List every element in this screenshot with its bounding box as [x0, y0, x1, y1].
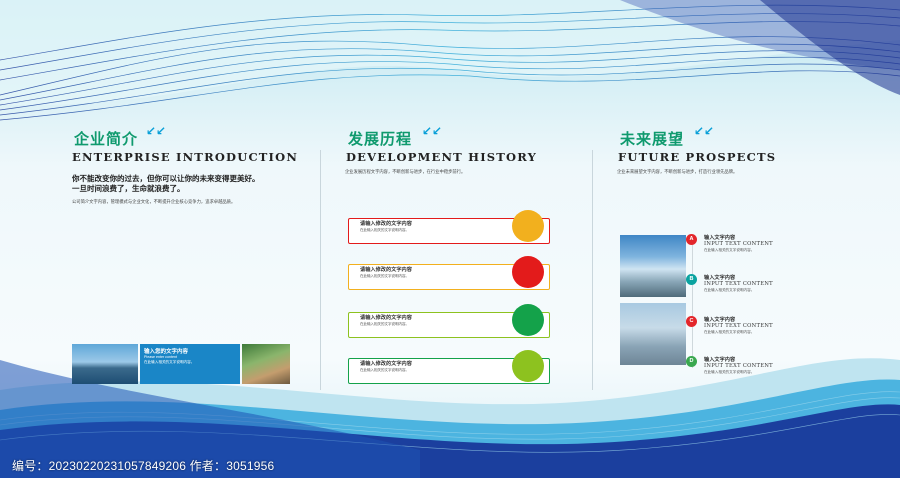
photo-caption-box: 输入您的文字内容 Please enter content 在此输入相关的文字说… [140, 344, 240, 384]
city-lake-photo [72, 344, 138, 384]
item-en-title: INPUT TEXT CONTENT [704, 281, 773, 287]
future-paragraph: 企业未来展望文字内容，不断创新与进步，打造行业领先品牌。 [617, 169, 738, 174]
arrow-down-left-icon: ↙↙ [422, 124, 443, 138]
step-circle [512, 210, 544, 242]
future-item: B 输入文字内容 INPUT TEXT CONTENT 在此输入相关的文字说明内… [686, 274, 836, 306]
item-desc: 在此输入相关的文字说明内容。 [704, 370, 755, 374]
history-step: 请输入修改的文字内容 在此输入相关的文字说明内容。 [348, 304, 568, 338]
photo-strip: 输入您的文字内容 Please enter content 在此输入相关的文字说… [72, 344, 292, 384]
future-prospects-panel: 未来展望 ↙↙ FUTURE PROSPECTS 企业未来展望文字内容，不断创新… [612, 118, 842, 388]
step-desc: 在此输入相关的文字说明内容。 [360, 322, 409, 326]
slogan-line: 一旦时间浪费了，生命就浪费了。 [72, 184, 185, 193]
item-title: 输入文字内容 [704, 317, 736, 323]
slogan: 你不能改变你的过去，但你可以让你的未来变得更美好。 一旦时间浪费了，生命就浪费了… [72, 174, 260, 194]
item-desc: 在此输入相关的文字说明内容。 [704, 248, 755, 252]
step-title: 请输入修改的文字内容 [360, 361, 412, 367]
column-divider [320, 150, 321, 390]
item-badge: D [686, 356, 697, 367]
item-desc: 在此输入相关的文字说明内容。 [704, 330, 755, 334]
skyscraper-photo [620, 235, 686, 297]
item-en-title: INPUT TEXT CONTENT [704, 241, 773, 247]
item-badge: A [686, 234, 697, 245]
development-history-panel: 发展历程 ↙↙ DEVELOPMENT HISTORY 企业发展历程文字内容，不… [340, 118, 570, 388]
step-desc: 在此输入相关的文字说明内容。 [360, 368, 409, 372]
item-desc: 在此输入相关的文字说明内容。 [704, 288, 755, 292]
step-title: 请输入修改的文字内容 [360, 267, 412, 273]
item-title: 输入文字内容 [704, 235, 736, 241]
panel-title-en: FUTURE PROSPECTS [618, 150, 777, 164]
item-badge: B [686, 274, 697, 285]
step-desc: 在此输入相关的文字说明内容。 [360, 274, 409, 278]
panel-title-cn: 企业简介 [74, 130, 139, 148]
step-circle [512, 304, 544, 336]
arrow-down-left-icon: ↙↙ [694, 124, 715, 138]
step-desc: 在此输入相关的文字说明内容。 [360, 228, 409, 232]
building-photo [242, 344, 290, 384]
item-en-title: INPUT TEXT CONTENT [704, 323, 773, 329]
caption-description: 在此输入相关的文字说明内容。 [144, 360, 195, 364]
history-step: 请输入修改的文字内容 在此输入相关的文字说明内容。 [348, 256, 568, 290]
item-en-title: INPUT TEXT CONTENT [704, 363, 773, 369]
enterprise-intro-panel: 企业简介 ↙↙ ENTERPRISE INTRODUCTION 你不能改变你的过… [60, 118, 297, 388]
history-step: 请输入修改的文字内容 在此输入相关的文字说明内容。 [348, 210, 568, 244]
caption-title: 输入您的文字内容 [144, 349, 189, 355]
step-circle [512, 256, 544, 288]
item-title: 输入文字内容 [704, 275, 736, 281]
item-title: 输入文字内容 [704, 357, 736, 363]
future-item: C 输入文字内容 INPUT TEXT CONTENT 在此输入相关的文字说明内… [686, 316, 836, 348]
step-circle [512, 350, 544, 382]
panel-title-en: DEVELOPMENT HISTORY [346, 150, 538, 164]
history-step: 请输入修改的文字内容 在此输入相关的文字说明内容。 [348, 350, 568, 384]
step-title: 请输入修改的文字内容 [360, 221, 412, 227]
future-item: D 输入文字内容 INPUT TEXT CONTENT 在此输入相关的文字说明内… [686, 356, 836, 388]
panel-title-cn: 未来展望 [620, 130, 685, 148]
arrow-down-left-icon: ↙↙ [146, 124, 167, 138]
step-title: 请输入修改的文字内容 [360, 315, 412, 321]
column-divider [592, 150, 593, 390]
item-badge: C [686, 316, 697, 327]
future-item: A 输入文字内容 INPUT TEXT CONTENT 在此输入相关的文字说明内… [686, 234, 836, 266]
intro-paragraph: 公司简介文字内容，管理模式与企业文化，不断提升企业核心竞争力，追求卓越品质。 [72, 199, 236, 204]
panel-title-en: ENTERPRISE INTRODUCTION [72, 150, 299, 164]
image-id-footer: 编号：20230220231057849206 作者：3051956 [12, 459, 275, 473]
history-paragraph: 企业发展历程文字内容，不断创新与进步，在行业中稳步前行。 [345, 169, 466, 174]
city-skyline-photo [620, 303, 686, 365]
panel-title-cn: 发展历程 [348, 130, 413, 148]
slogan-line: 你不能改变你的过去，但你可以让你的未来变得更美好。 [72, 174, 260, 183]
